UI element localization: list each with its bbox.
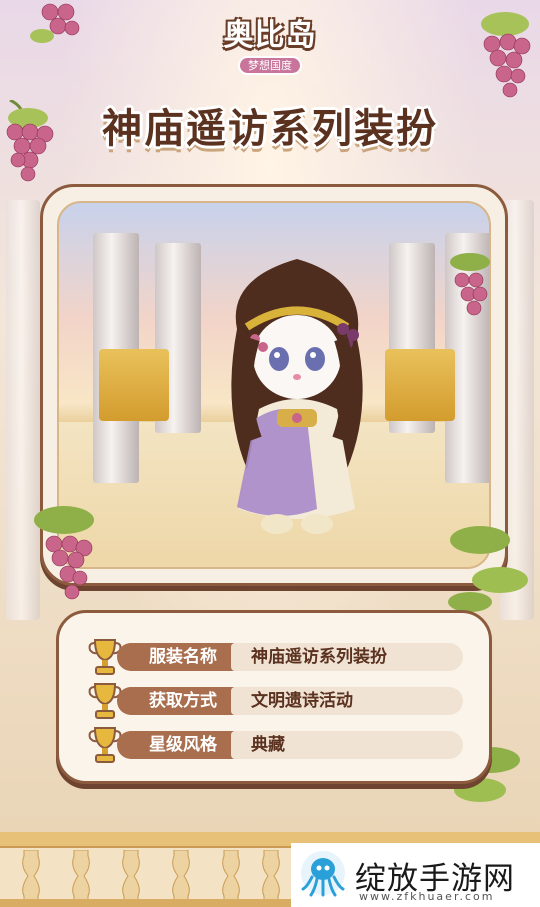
baluster [22,850,40,902]
baluster [122,850,140,902]
logo-subtitle: 梦想国度 [238,56,302,75]
baluster [172,850,190,902]
grape-cluster-icon [30,3,80,43]
watermark-url: www.zfkhuaer.com [359,890,495,903]
info-value: 文明遗诗活动 [231,687,463,715]
info-value: 神庙遥访系列装扮 [231,643,463,671]
costume-info-panel: 服装名称 神庙遥访系列装扮 获取方式 文明遗诗活动 星级风格 典藏 [56,610,492,784]
leaf-vine-decoration [448,526,528,612]
temple-scene [57,201,491,569]
watermark: 绽放手游网 www.zfkhuaer.com [291,843,540,907]
page-title: 神庙遥访系列装扮 [102,106,438,152]
game-logo: 奥比岛 梦想国度 [214,10,326,75]
octopus-logo-icon [301,851,345,897]
baluster [262,850,280,902]
grape-cluster-icon [34,506,94,600]
logo-title: 奥比岛 [223,18,317,53]
info-value: 典藏 [231,731,463,759]
info-label: 服装名称 [117,643,243,671]
character-avatar [231,259,363,534]
info-label: 星级风格 [117,731,243,759]
baluster [222,850,240,902]
info-row-source: 获取方式 文明遗诗活动 [88,683,473,719]
info-label: 获取方式 [117,687,243,715]
info-row-style: 星级风格 典藏 [88,727,473,763]
golden-railing [99,349,169,421]
grape-cluster-icon [450,253,490,316]
baluster [72,850,90,902]
info-row-name: 服装名称 神庙遥访系列装扮 [88,639,473,675]
